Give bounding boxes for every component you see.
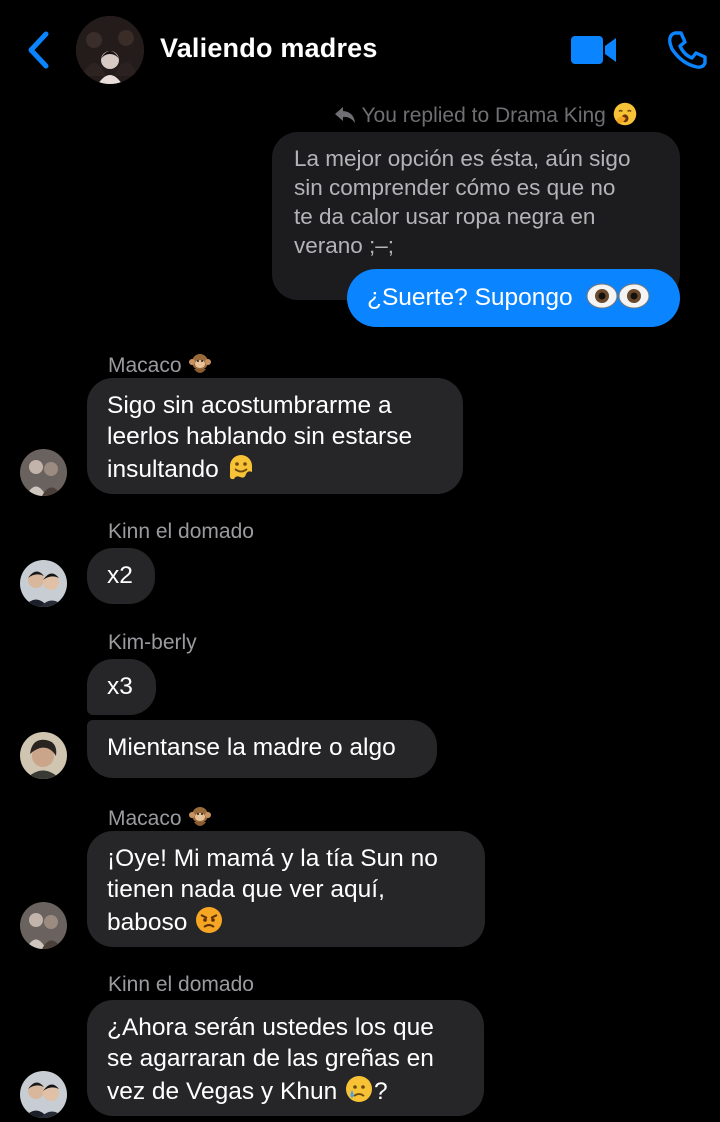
sender-name-text: Macaco	[108, 807, 182, 830]
melting-face-emoji-icon	[229, 455, 252, 480]
avatar[interactable]	[20, 732, 67, 779]
avatar[interactable]	[20, 902, 67, 949]
incoming-message-bubble[interactable]: x2	[87, 548, 155, 604]
message-text: x3	[107, 673, 133, 700]
avatar-photo-image	[20, 902, 67, 949]
incoming-message-bubble[interactable]: x3	[87, 659, 156, 715]
back-button[interactable]	[22, 30, 56, 70]
chat-header: Valiendo madres	[0, 0, 720, 100]
avatar[interactable]	[20, 1071, 67, 1118]
message-suffix: ?	[374, 1078, 388, 1105]
video-call-button[interactable]	[570, 34, 618, 66]
monkey-emoji-icon	[189, 807, 212, 826]
crying-face-emoji-icon	[346, 1076, 373, 1102]
sender-name: Macaco	[108, 351, 213, 378]
quoted-message-text: La mejor opción es ésta, aún sigo sin co…	[294, 146, 631, 258]
group-avatar[interactable]	[76, 16, 144, 84]
avatar-photo-image	[20, 732, 67, 779]
incoming-message-bubble[interactable]: Sigo sin acostumbrarme a leerlos habland…	[87, 378, 463, 494]
monkey-emoji-icon	[189, 354, 212, 373]
group-photo-image	[76, 16, 144, 84]
sender-name: Kinn el domado	[108, 973, 254, 996]
yawning-face-emoji-icon	[613, 102, 636, 126]
avatar[interactable]	[20, 449, 67, 496]
outgoing-message-bubble[interactable]: ¿Suerte? Supongo	[347, 269, 680, 327]
message-text: Mientanse la madre o algo	[107, 734, 396, 761]
avatar[interactable]	[20, 560, 67, 607]
avatar-photo-image	[20, 560, 67, 607]
message-text: Sigo sin acostumbrarme a leerlos habland…	[107, 392, 413, 483]
reply-indicator: You replied to Drama King	[334, 101, 638, 128]
outgoing-message-text: ¿Suerte? Supongo	[367, 284, 573, 311]
chat-title[interactable]: Valiendo madres	[160, 33, 378, 64]
message-text: ¡Oye! Mi mamá y la tía Sun no tienen nad…	[107, 845, 438, 936]
reply-arrow-icon	[335, 107, 355, 123]
voice-call-button[interactable]	[667, 30, 707, 70]
sender-name: Kim-berly	[108, 631, 197, 654]
incoming-message-bubble[interactable]: Mientanse la madre o algo	[87, 720, 437, 778]
sender-name: Macaco	[108, 804, 213, 831]
chevron-left-icon	[28, 31, 49, 69]
chat-screen: Valiendo madres You replied to Drama Kin…	[0, 0, 720, 1122]
avatar-photo-image	[20, 449, 67, 496]
eyes-emoji-icon	[586, 283, 649, 309]
avatar-photo-image	[20, 1071, 67, 1118]
message-text: x2	[107, 562, 133, 589]
video-camera-icon	[571, 36, 616, 64]
phone-icon	[668, 31, 707, 69]
reply-note-text: You replied to Drama King	[361, 104, 606, 127]
incoming-message-bubble[interactable]: ¡Oye! Mi mamá y la tía Sun no tienen nad…	[87, 831, 485, 947]
sender-name-text: Macaco	[108, 354, 182, 377]
incoming-message-bubble[interactable]: ¿Ahora serán ustedes los que se agarrara…	[87, 1000, 484, 1116]
sender-name: Kinn el domado	[108, 520, 254, 543]
angry-face-emoji-icon	[196, 907, 223, 933]
